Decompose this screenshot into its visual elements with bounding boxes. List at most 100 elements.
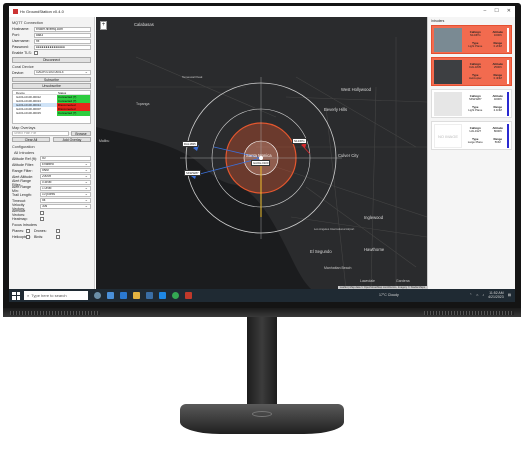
station-tag[interactable]: GAOH-0100 <box>251 160 271 166</box>
birds-checkbox[interactable] <box>56 234 60 239</box>
hostname-label: Hostname: <box>12 27 30 31</box>
config-label: Alert Range Min: <box>12 184 31 193</box>
range-filter-select[interactable]: 5NM <box>40 168 91 173</box>
altitude-filter-select[interactable]: Enabled <box>40 162 91 167</box>
username-field[interactable]: hx <box>34 38 91 44</box>
timeout-select[interactable]: 5s <box>40 198 91 203</box>
tls-checkbox[interactable] <box>34 51 38 55</box>
port-field[interactable]: 8883 <box>34 32 91 38</box>
device-select[interactable]: GAOH-0100-00014 <box>34 70 91 75</box>
trail-length-select[interactable]: 10 points <box>40 192 91 197</box>
device-name: GAOH-0100-00015 <box>16 111 41 116</box>
callsign-value: UAL1927 <box>469 128 482 133</box>
browse-button[interactable]: Browse <box>71 130 91 137</box>
password-label: Password: <box>12 45 29 49</box>
close-button[interactable]: ✕ <box>507 8 511 14</box>
map-view[interactable]: + Calabasas Topanga Beverly Hills West H… <box>96 17 427 289</box>
monitor-stand-neck <box>247 317 277 412</box>
alert-altitude-select[interactable]: 2000ft <box>40 174 91 179</box>
type-value: Large Plane <box>467 140 483 145</box>
chrome-icon[interactable] <box>172 292 179 299</box>
minimize-button[interactable]: – <box>484 8 487 14</box>
callsign-value: N123PG <box>469 32 481 37</box>
map-label: Inglewood <box>364 215 384 220</box>
map-label: Topanga <box>136 102 150 106</box>
maximize-button[interactable]: ☐ <box>494 8 498 14</box>
taskbar-search[interactable]: ⌕ Type here to search <box>24 291 88 300</box>
task-view-icon[interactable] <box>107 292 114 299</box>
altitude-ref-field[interactable]: 50 <box>40 156 91 161</box>
focus-intruders-label: Focus Intruders <box>12 222 37 227</box>
speaker-grille <box>10 311 100 315</box>
type-value: Helicopter <box>468 76 482 81</box>
cortana-icon[interactable] <box>94 292 101 299</box>
notification-icon[interactable]: ▤ <box>508 293 511 297</box>
monitor-stand-base <box>180 404 344 434</box>
airmode-vectors-checkbox[interactable] <box>40 210 44 215</box>
altitude-value: 2500ft <box>493 64 502 69</box>
config-label: Range Filter: <box>12 168 33 173</box>
intruders-panel: Intruders Callsign N123PG Altitude 1600ft … <box>427 17 515 289</box>
type-value: Light Plane <box>468 108 483 113</box>
intruder-card[interactable]: Callsign N123PG Altitude 1600ft Type Light … <box>431 25 512 54</box>
map-label: Temescal Peak <box>182 75 203 79</box>
birds-label: Birds: <box>34 234 44 239</box>
app-icon <box>13 9 18 14</box>
app-taskbar-icon[interactable] <box>185 292 192 299</box>
map-label: Lawndale <box>360 279 375 283</box>
left-control-panel: MQTT Connection Hostname: broker.hivemq.c… <box>9 17 95 289</box>
config-label: Trail Length: <box>12 192 32 197</box>
device-label: Device: <box>12 70 24 75</box>
disconnect-button[interactable]: Disconnect <box>12 57 91 63</box>
callsign-value: DAL1835 <box>469 64 482 69</box>
device-row[interactable]: GAOH-0100-00015 Connected (?) <box>13 111 90 116</box>
planes-checkbox[interactable] <box>26 228 30 233</box>
map-label: Culver City <box>338 153 359 158</box>
map-label: Santa Monica <box>246 153 272 158</box>
path-file-field[interactable]: Select Path File <box>12 131 69 136</box>
window-title: Hx GroundStation v0.4.0 <box>20 9 64 14</box>
planes-label: Planes: <box>12 228 24 233</box>
windows-start-icon[interactable] <box>12 291 20 300</box>
network-icon[interactable]: ⌂ <box>476 293 478 297</box>
username-label: Username: <box>12 39 30 43</box>
intruder-card[interactable]: NO IMAGE Callsign UAL1927 Altitude 8000ft … <box>431 121 512 150</box>
aircraft-tag[interactable]: DAL1835 <box>182 141 198 147</box>
status-indicator <box>506 124 509 148</box>
intruder-card[interactable]: Callsign DAL1835 Altitude 2500ft Type Helic… <box>431 57 512 86</box>
weather-widget[interactable]: 17°C Cloudy <box>379 293 399 297</box>
mail-icon[interactable] <box>146 292 153 299</box>
volume-icon[interactable]: ♪ <box>482 293 484 297</box>
alert-range-filter-select[interactable]: 0.5NM <box>40 180 91 185</box>
mqtt-section-title: MQTT Connection <box>12 21 43 25</box>
intruder-card[interactable]: Callsign SKW3287 Altitude 4000ft Type Light… <box>431 89 512 118</box>
intruder-thumbnail <box>434 92 462 116</box>
store-icon[interactable] <box>159 292 166 299</box>
aircraft-tag[interactable]: N123PG <box>292 138 307 144</box>
file-explorer-icon[interactable] <box>133 292 140 299</box>
map-label: Manhattan Beach <box>324 266 352 270</box>
velocity-vectors-select[interactable]: 30s <box>40 204 91 209</box>
range-value: 0.2NM <box>493 44 502 49</box>
clock-date[interactable]: 4/21/2023 <box>488 295 504 299</box>
drones-checkbox[interactable] <box>56 228 60 233</box>
col-device-header: Device <box>16 90 25 95</box>
edge-icon[interactable] <box>120 292 127 299</box>
config-label: Altitude Ref (ft): <box>12 156 37 161</box>
helicopters-checkbox[interactable] <box>26 234 30 239</box>
intruder-thumbnail <box>434 60 462 84</box>
subscribe-button[interactable]: Subscribe <box>12 76 91 82</box>
clear-all-button[interactable]: Clear All <box>12 136 50 143</box>
aircraft-tag[interactable]: SKW3287 <box>184 170 201 176</box>
range-value: 0.4NM <box>493 76 502 81</box>
heatmap-checkbox[interactable] <box>40 216 44 221</box>
alert-indicator <box>506 28 509 52</box>
tray-chevron-icon[interactable]: ⌃ <box>469 293 472 297</box>
password-field[interactable]: ●●●●●●●●●●●●●●● <box>34 44 91 50</box>
add-overlay-button[interactable]: Add Overlay <box>53 136 91 143</box>
heatmap-label: Heatmap: <box>12 216 28 221</box>
zoom-in-button[interactable]: + <box>100 21 107 30</box>
alert-range-min-select[interactable]: 1.0NM <box>40 186 91 191</box>
hostname-field[interactable]: broker.hivemq.com <box>34 26 91 32</box>
unsubscribe-button[interactable]: Unsubscribe <box>12 83 91 89</box>
